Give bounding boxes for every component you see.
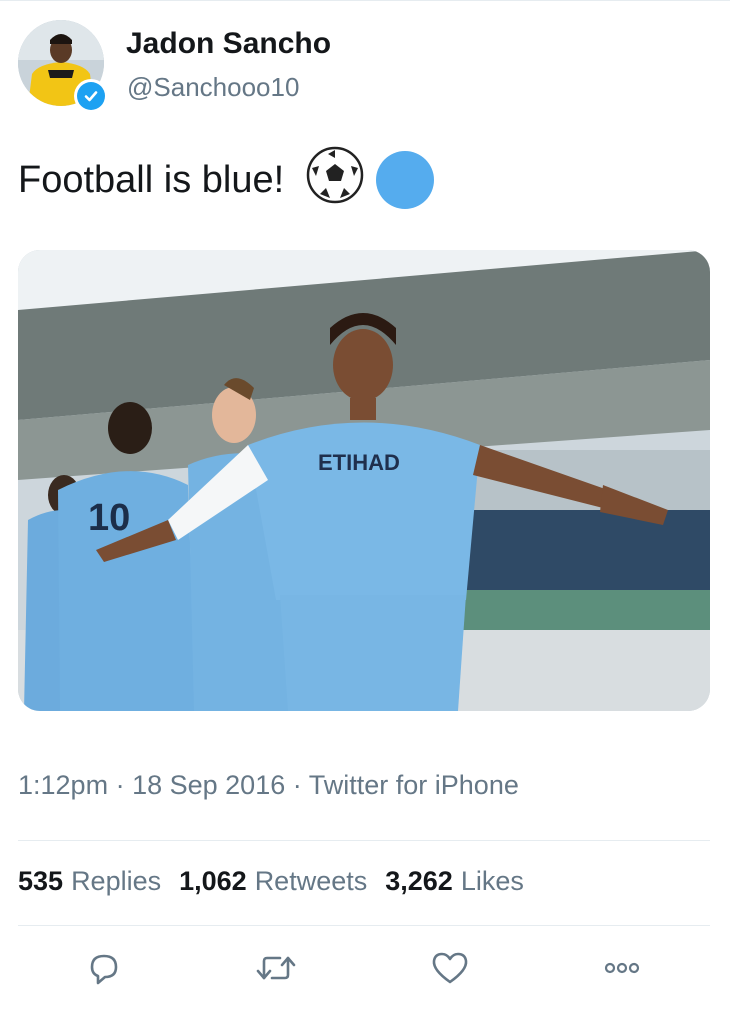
- tweet-media-photo[interactable]: 10 ETIHAD: [18, 250, 710, 711]
- divider: [18, 840, 710, 841]
- tweet-meta: 1:12pm · 18 Sep 2016 · Twitter for iPhon…: [18, 770, 519, 801]
- retweet-button[interactable]: [252, 945, 300, 991]
- photo-football-celebration: 10 ETIHAD: [18, 250, 710, 711]
- meta-separator: ·: [292, 770, 302, 800]
- soccer-ball-icon: [306, 146, 364, 214]
- divider: [18, 925, 710, 926]
- tweet-stats: 535 Replies 1,062 Retweets 3,262 Likes: [18, 866, 542, 897]
- verified-badge: [74, 79, 108, 113]
- retweets-count: 1,062: [179, 866, 247, 896]
- blue-circle-icon: [376, 151, 435, 209]
- retweets-label: Retweets: [254, 866, 368, 896]
- retweet-icon: [256, 956, 296, 980]
- replies-stat[interactable]: 535 Replies: [18, 866, 161, 897]
- meta-separator: ·: [115, 770, 125, 800]
- verified-icon: [77, 82, 105, 110]
- reply-icon: [90, 954, 118, 985]
- tweet-source[interactable]: Twitter for iPhone: [309, 770, 519, 800]
- more-button[interactable]: [598, 945, 646, 991]
- reply-button[interactable]: [80, 945, 128, 991]
- tweet-date[interactable]: 18 Sep 2016: [132, 770, 285, 800]
- more-icon: [604, 962, 640, 974]
- top-border: [0, 0, 730, 5]
- tweet-text-content: Football is blue!: [18, 158, 285, 201]
- likes-stat[interactable]: 3,262 Likes: [385, 866, 524, 897]
- replies-count: 535: [18, 866, 64, 896]
- likes-label: Likes: [460, 866, 524, 896]
- tweet-text: Football is blue!: [18, 146, 435, 214]
- retweets-stat[interactable]: 1,062 Retweets: [179, 866, 367, 897]
- user-handle[interactable]: @Sanchooo10: [127, 72, 299, 103]
- svg-text:10: 10: [88, 497, 130, 539]
- likes-count: 3,262: [385, 866, 453, 896]
- svg-text:ETIHAD: ETIHAD: [318, 450, 400, 475]
- user-name[interactable]: Jadon Sancho: [126, 27, 331, 61]
- like-button[interactable]: [426, 945, 474, 991]
- like-icon: [432, 952, 468, 984]
- replies-label: Replies: [71, 866, 162, 896]
- tweet-actions: [0, 945, 730, 991]
- tweet-time[interactable]: 1:12pm: [18, 770, 108, 800]
